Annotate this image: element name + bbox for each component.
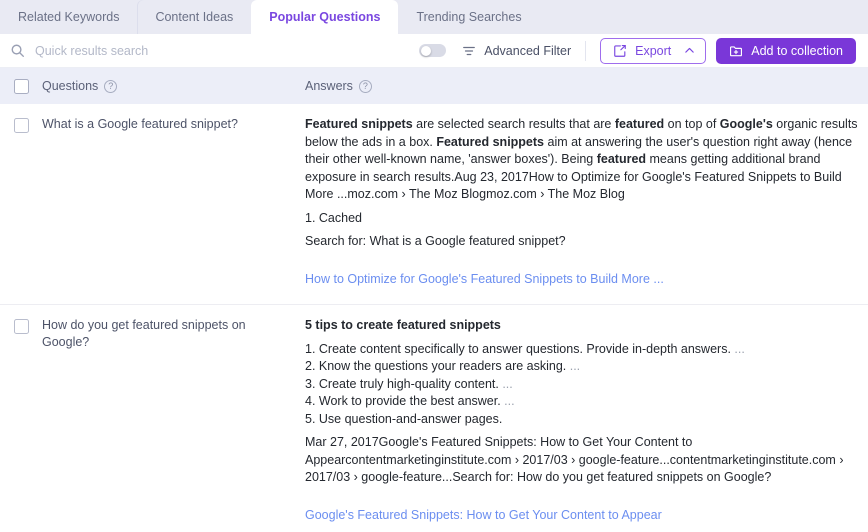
answer-tail-text: Mar 27, 2017Google's Featured Snippets: … [305,435,844,484]
select-all-checkbox[interactable] [13,78,29,94]
answers-column-header: Answers ? [305,79,868,93]
questions-column-header: Questions ? [42,79,305,93]
tab-bar-filler [539,0,868,34]
table-header: Questions ? Answers ? [0,68,868,104]
export-label: Export [635,43,672,58]
select-all-cell [0,78,42,94]
row-select-cell [0,116,42,288]
tab-related-keywords[interactable]: Related Keywords [0,0,138,34]
row-checkbox[interactable] [13,118,29,133]
answer-extra-line: Search for: What is a Google featured sn… [305,234,566,248]
export-button[interactable]: Export [600,37,707,64]
toolbar-actions: Advanced Filter Export Add to collection [419,37,856,64]
answer-source-link[interactable]: How to Optimize for Google's Featured Sn… [305,271,664,289]
answer-cell: 5 tips to create featured snippets 1. Cr… [305,317,868,524]
row-select-cell [0,317,42,524]
tab-content-ideas[interactable]: Content Ideas [137,0,252,34]
search-area [10,43,419,58]
row-checkbox[interactable] [13,319,29,334]
answer-cell: Featured snippets are selected search re… [305,116,868,288]
tab-bar: Related Keywords Content Ideas Popular Q… [0,0,868,34]
tab-label: Trending Searches [416,10,522,24]
answer-step-item: 2. Know the questions your readers are a… [305,359,581,373]
question-cell: How do you get featured snippets on Goog… [42,317,305,524]
search-icon [10,43,25,58]
advanced-filter-toggle[interactable] [419,44,447,57]
advanced-filter-label: Advanced Filter [484,43,572,58]
toggle-knob [420,45,431,56]
table-row: How do you get featured snippets on Goog… [0,305,868,532]
table-row: What is a Google featured snippet? Featu… [0,104,868,305]
answer-step-item: 4. Work to provide the best answer. ... [305,394,515,408]
toolbar: Advanced Filter Export [0,34,868,68]
answers-help-icon[interactable]: ? [358,79,372,93]
answer-step-item: 5. Use question-and-answer pages. [305,411,503,426]
answers-header-label: Answers [305,79,353,93]
tab-label: Content Ideas [155,10,234,24]
search-input[interactable] [35,43,365,58]
toolbar-divider [585,40,587,61]
filter-lines-icon [462,44,476,58]
tab-label: Popular Questions [269,10,381,24]
add-to-collection-button[interactable]: Add to collection [716,37,856,64]
question-text: How do you get featured snippets on Goog… [42,318,246,349]
add-to-collection-label: Add to collection [751,43,843,58]
advanced-filter-button[interactable]: Advanced Filter [462,44,571,58]
tab-popular-questions[interactable]: Popular Questions [251,0,399,34]
questions-header-label: Questions [42,79,99,93]
popular-questions-panel: Related Keywords Content Ideas Popular Q… [0,0,868,532]
answer-rich-text: Featured snippets are selected search re… [305,117,858,201]
table-body: What is a Google featured snippet? Featu… [0,104,868,532]
share-export-icon [613,44,627,58]
answer-extra-line: 1. Cached [305,210,362,225]
tab-label: Related Keywords [18,10,120,24]
answer-step-item: 3. Create truly high-quality content. ..… [305,376,513,391]
tab-trending-searches[interactable]: Trending Searches [398,0,540,34]
questions-help-icon[interactable]: ? [104,79,118,93]
question-cell: What is a Google featured snippet? [42,116,305,288]
answer-title: 5 tips to create featured snippets [305,318,501,332]
chevron-up-icon [683,44,697,58]
answer-source-link[interactable]: Google's Featured Snippets: How to Get Y… [305,507,662,525]
folder-plus-icon [729,44,743,58]
question-text: What is a Google featured snippet? [42,117,238,131]
answer-steps-list: 1. Create content specifically to answer… [305,341,745,429]
answer-step-item: 1. Create content specifically to answer… [305,341,745,356]
